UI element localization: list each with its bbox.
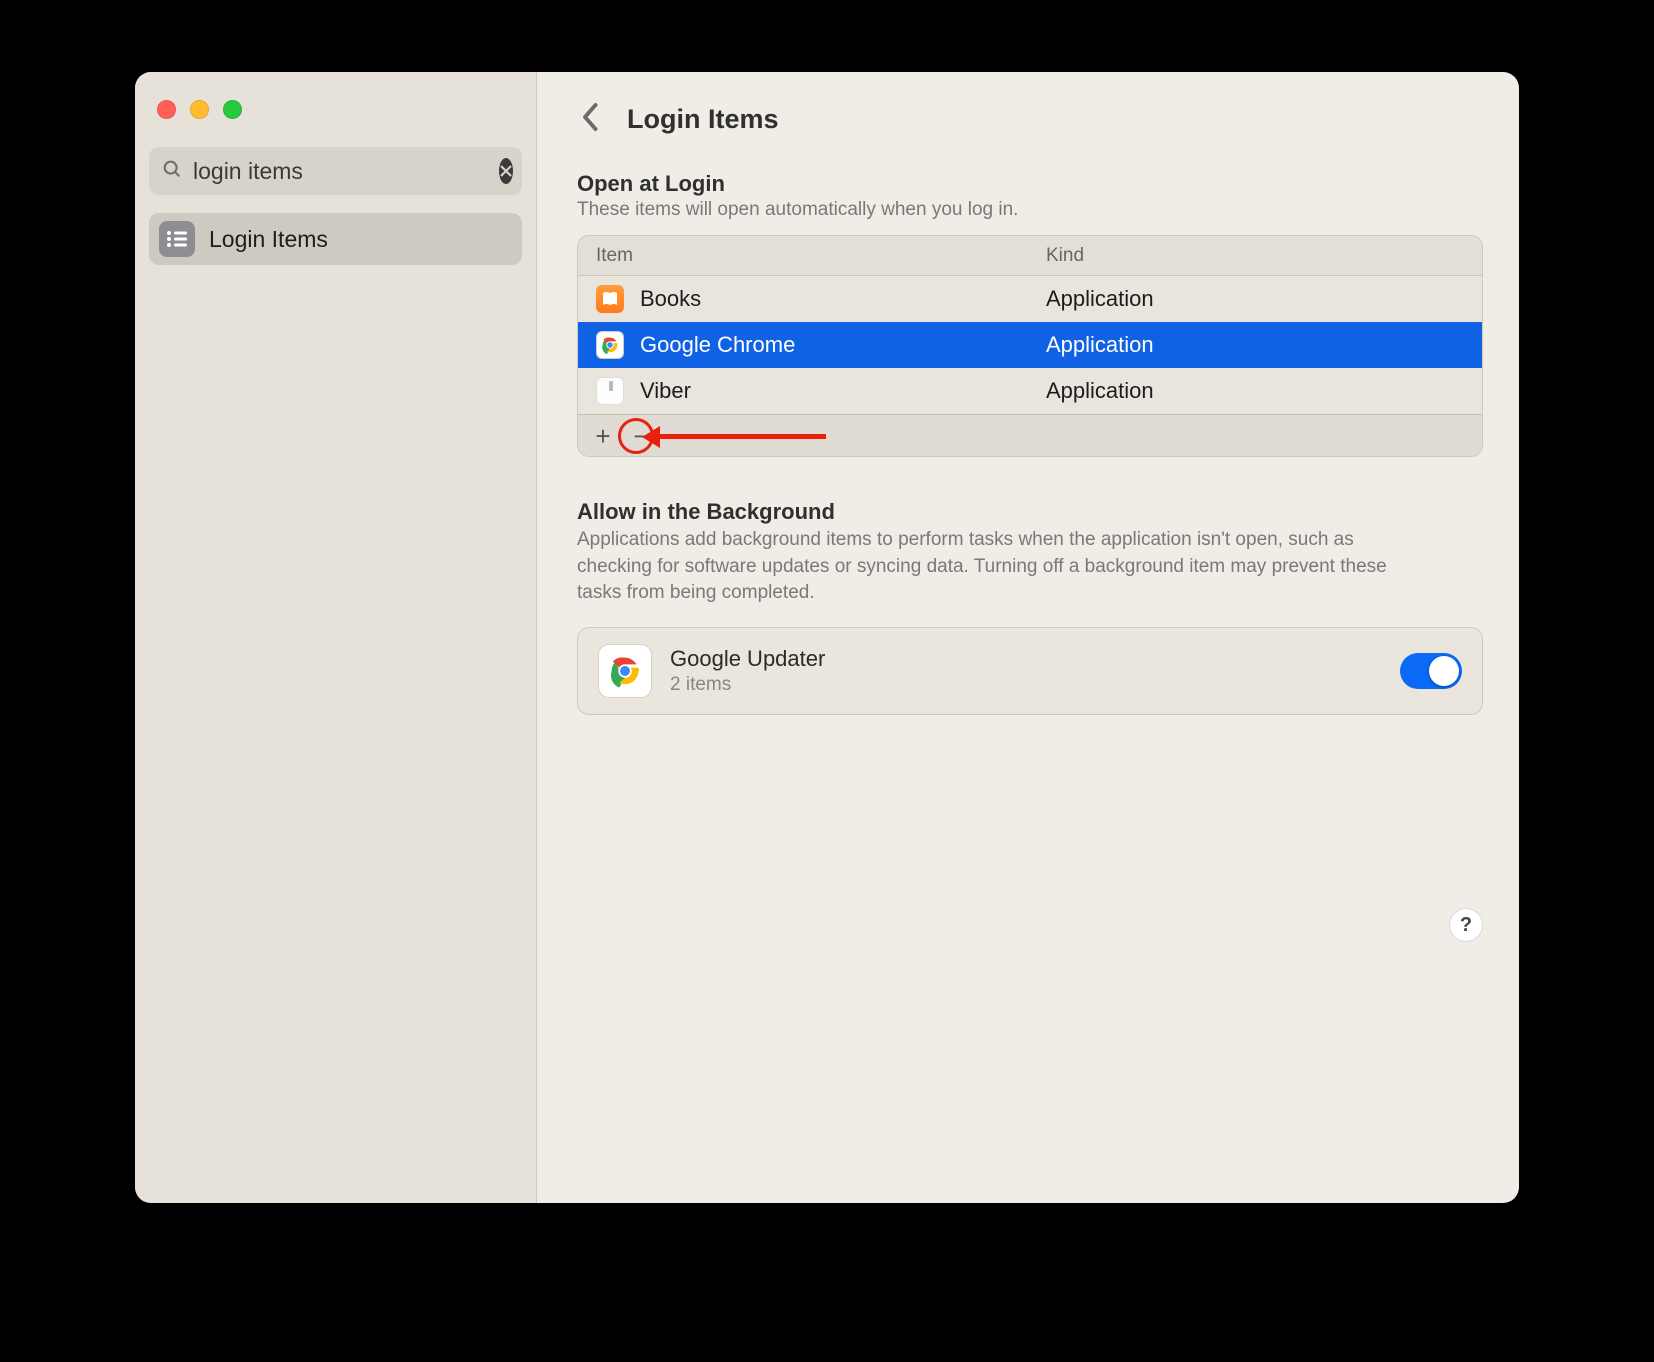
remove-button[interactable]: − <box>624 421 658 451</box>
login-items-icon <box>159 221 195 257</box>
books-app-icon <box>596 285 624 313</box>
open-at-login-subheading: These items will open automatically when… <box>577 199 1483 221</box>
table-header: Item Kind <box>578 236 1482 276</box>
fullscreen-window-button[interactable] <box>223 100 242 119</box>
row-kind: Application <box>1038 378 1482 404</box>
chrome-app-icon <box>596 331 624 359</box>
sidebar-item-login-items[interactable]: Login Items <box>149 213 522 265</box>
table-footer: + − <box>578 414 1482 456</box>
background-section: Allow in the Background Applications add… <box>577 499 1483 715</box>
row-name: Google Chrome <box>640 332 795 358</box>
table-row[interactable]: Viber Application <box>578 368 1482 414</box>
help-button[interactable]: ? <box>1449 908 1483 942</box>
background-item-text: Google Updater 2 items <box>670 646 1382 696</box>
table-row[interactable]: Books Application <box>578 276 1482 322</box>
plus-icon: + <box>595 423 610 449</box>
row-kind: Application <box>1038 286 1482 312</box>
background-item-sub: 2 items <box>670 674 1382 696</box>
table-body: Books Application Google Chrome Applicat… <box>578 276 1482 414</box>
window-controls <box>149 92 522 147</box>
back-button[interactable] <box>577 98 605 141</box>
minus-icon: − <box>633 423 648 449</box>
titlebar: Login Items <box>577 98 1483 141</box>
search-icon <box>161 158 183 185</box>
open-at-login-heading: Open at Login <box>577 171 1483 197</box>
row-name: Books <box>640 286 701 312</box>
page-title: Login Items <box>627 104 779 135</box>
search-field[interactable] <box>149 147 522 195</box>
background-item-name: Google Updater <box>670 646 1382 672</box>
main-content: Login Items Open at Login These items wi… <box>537 72 1519 1203</box>
annotation-arrow <box>656 434 826 439</box>
add-button[interactable]: + <box>586 421 620 451</box>
login-items-table: Item Kind Books Application <box>577 235 1483 457</box>
search-input[interactable] <box>183 158 499 185</box>
background-item-toggle[interactable] <box>1400 653 1462 689</box>
column-header-kind[interactable]: Kind <box>1038 245 1482 267</box>
background-heading: Allow in the Background <box>577 499 1483 525</box>
viber-app-icon <box>596 377 624 405</box>
settings-window: Login Items Login Items Open at Login Th… <box>135 72 1519 1203</box>
close-window-button[interactable] <box>157 100 176 119</box>
question-mark-icon: ? <box>1460 914 1472 937</box>
row-name: Viber <box>640 378 691 404</box>
background-subheading: Applications add background items to per… <box>577 527 1407 607</box>
clear-search-button[interactable] <box>499 158 513 184</box>
minimize-window-button[interactable] <box>190 100 209 119</box>
sidebar-item-label: Login Items <box>209 226 328 253</box>
table-row[interactable]: Google Chrome Application <box>578 322 1482 368</box>
column-header-item[interactable]: Item <box>578 245 1038 267</box>
row-kind: Application <box>1038 332 1482 358</box>
background-item: Google Updater 2 items <box>577 627 1483 715</box>
sidebar: Login Items <box>135 72 537 1203</box>
toggle-knob <box>1429 656 1459 686</box>
open-at-login-section: Open at Login These items will open auto… <box>577 171 1483 457</box>
chrome-app-icon <box>598 644 652 698</box>
